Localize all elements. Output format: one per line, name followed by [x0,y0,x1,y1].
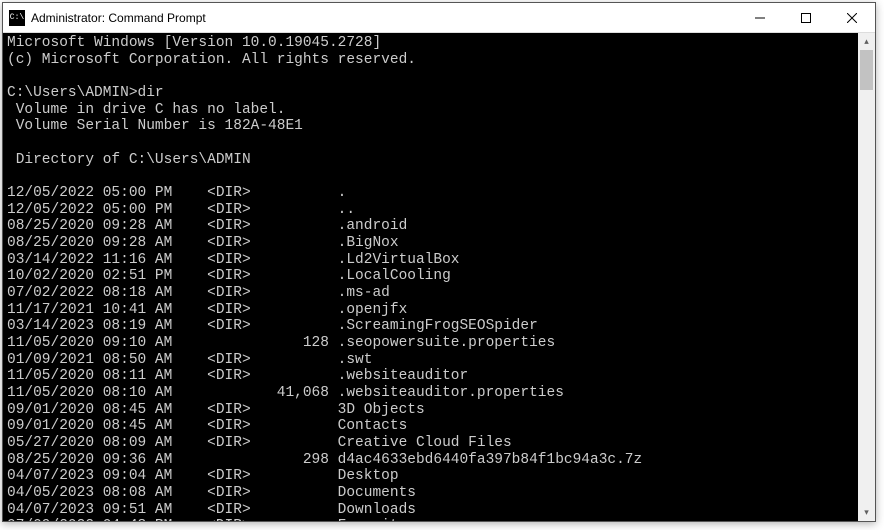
scroll-up-arrow[interactable]: ▴ [858,33,875,50]
window-title: Administrator: Command Prompt [31,11,737,25]
titlebar[interactable]: C:\ Administrator: Command Prompt [3,3,875,33]
window-controls [737,3,875,33]
content-area: Microsoft Windows [Version 10.0.19045.27… [3,33,875,521]
cmd-icon: C:\ [9,10,25,26]
minimize-button[interactable] [737,3,783,33]
scroll-down-arrow[interactable]: ▾ [858,504,875,521]
maximize-icon [801,13,811,23]
minimize-icon [755,13,765,23]
scrollbar-thumb[interactable] [860,50,873,90]
close-button[interactable] [829,3,875,33]
close-icon [847,13,857,23]
vertical-scrollbar[interactable]: ▴ ▾ [858,33,875,521]
terminal-output[interactable]: Microsoft Windows [Version 10.0.19045.27… [3,33,858,521]
command-prompt-window: C:\ Administrator: Command Prompt Micros… [2,2,876,522]
maximize-button[interactable] [783,3,829,33]
